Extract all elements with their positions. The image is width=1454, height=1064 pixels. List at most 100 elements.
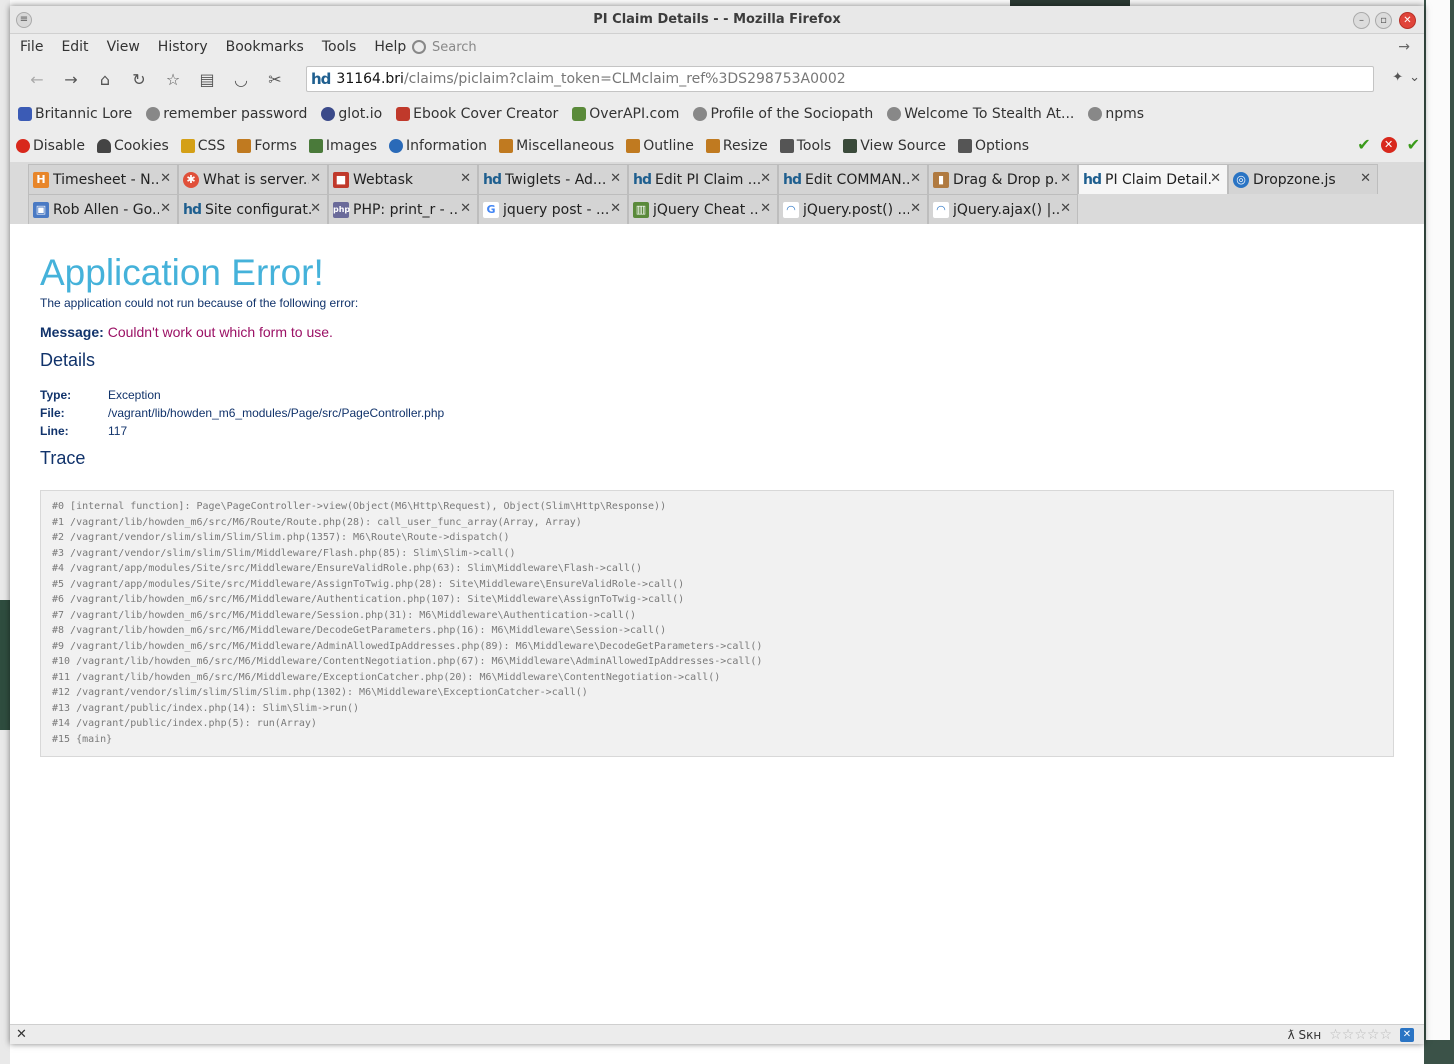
tab-close-icon[interactable]: ✕ <box>1060 201 1071 216</box>
bookmark-item[interactable]: OverAPI.com <box>572 106 679 122</box>
pocket-icon[interactable]: ◡ <box>224 65 258 93</box>
dev-information-button[interactable]: Information <box>389 138 487 154</box>
tab-twiglets[interactable]: hd Twiglets - Ad... ✕ <box>478 164 628 194</box>
dev-miscellaneous-button[interactable]: Miscellaneous <box>499 138 614 154</box>
php-favicon-icon: php <box>333 201 350 218</box>
page-content: Application Error! The application could… <box>10 224 1424 1024</box>
dev-cookies-button[interactable]: Cookies <box>96 138 169 154</box>
bookmark-star-icon[interactable]: ☆ <box>156 65 190 93</box>
tab-close-icon[interactable]: ✕ <box>310 171 321 186</box>
hd-favicon-icon: hd <box>1083 171 1102 188</box>
tab-row-2: ▣ Rob Allen - Go... ✕ hd Site configurat...… <box>28 194 1424 224</box>
error-intro: The application could not run because of… <box>40 296 359 310</box>
tab-php-print-r[interactable]: php PHP: print_r - ... ✕ <box>328 194 478 224</box>
addon-blue-icon[interactable]: ✕ <box>1400 1028 1414 1042</box>
maximize-button[interactable]: ▫ <box>1375 12 1392 29</box>
tab-close-icon[interactable]: ✕ <box>1060 171 1071 186</box>
tab-row-1: H Timesheet - N... ✕ ✱ What is server... ✕ ■… <box>28 164 1424 194</box>
tab-close-icon[interactable]: ✕ <box>760 171 771 186</box>
tab-rob-allen[interactable]: ▣ Rob Allen - Go... ✕ <box>28 194 178 224</box>
menu-bookmarks[interactable]: Bookmarks <box>226 39 304 55</box>
status-bar: ✕ ƛ Ѕкн ☆☆☆☆☆ ✕ <box>10 1024 1424 1044</box>
trace-line: #15 {main} <box>52 733 113 745</box>
close-addon-bar-icon[interactable]: ✕ <box>16 1027 27 1042</box>
title-bar: ≡ PI Claim Details - - Mozilla Firefox –… <box>10 6 1424 34</box>
js-error-icon[interactable]: ✕ <box>1380 137 1397 153</box>
bookmark-item[interactable]: Britannic Lore <box>18 106 132 122</box>
dev-tools-button[interactable]: Tools <box>779 138 831 154</box>
menu-file[interactable]: File <box>20 39 43 55</box>
dev-forms-button[interactable]: Forms <box>237 138 297 154</box>
dev-css-button[interactable]: CSS <box>180 138 225 154</box>
tab-close-icon[interactable]: ✕ <box>310 201 321 216</box>
tab-close-icon[interactable]: ✕ <box>910 171 921 186</box>
bookmark-item[interactable]: Ebook Cover Creator <box>396 106 558 122</box>
tab-jquery-ajax-docs[interactable]: ◠ jQuery.ajax() |... ✕ <box>928 194 1078 224</box>
rating-stars-icon[interactable]: ☆☆☆☆☆ <box>1329 1027 1392 1043</box>
hd-favicon-icon: hd <box>783 171 802 188</box>
minimize-button[interactable]: – <box>1353 12 1370 29</box>
tab-jquery-post-google[interactable]: Gjquery post - ... ✕ <box>478 194 628 224</box>
cut-icon[interactable]: ✂ <box>258 65 292 93</box>
home-icon[interactable]: ⌂ <box>88 65 122 93</box>
dev-images-button[interactable]: Images <box>308 138 377 154</box>
css-valid-check-icon[interactable]: ✔ <box>1357 137 1370 153</box>
menu-tools[interactable]: Tools <box>322 39 357 55</box>
url-path: /claims/piclaim?claim_token=CLMclaim_ref… <box>403 71 846 87</box>
dev-view-source-button[interactable]: View Source <box>843 138 946 154</box>
tab-close-icon[interactable]: ✕ <box>160 171 171 186</box>
tab-close-icon[interactable]: ✕ <box>610 201 621 216</box>
tab-close-icon[interactable]: ✕ <box>460 171 471 186</box>
forward-icon[interactable]: → <box>54 65 88 93</box>
menu-history[interactable]: History <box>158 39 208 55</box>
tab-webtask[interactable]: ■ Webtask ✕ <box>328 164 478 194</box>
reading-list-icon[interactable]: ▤ <box>190 65 224 93</box>
tab-close-icon[interactable]: ✕ <box>910 201 921 216</box>
dev-options-button[interactable]: Options <box>958 138 1029 154</box>
tab-close-icon[interactable]: ✕ <box>1360 171 1371 186</box>
bookmark-item[interactable]: Profile of the Sociopath <box>693 106 873 122</box>
menu-edit[interactable]: Edit <box>61 39 88 55</box>
bookmark-item[interactable]: Welcome To Stealth At... <box>887 106 1074 122</box>
html-valid-check-icon[interactable]: ✔ <box>1407 137 1420 153</box>
overflow-chevron-icon[interactable]: ⌄ <box>1409 70 1420 85</box>
desktop-background-right <box>1424 0 1454 1064</box>
tab-close-icon[interactable]: ✕ <box>460 201 471 216</box>
menu-view[interactable]: View <box>107 39 140 55</box>
menu-help[interactable]: Help <box>374 39 406 55</box>
tab-what-is-server[interactable]: ✱ What is server... ✕ <box>178 164 328 194</box>
tab-timesheet[interactable]: H Timesheet - N... ✕ <box>28 164 178 194</box>
tab-jquery-post-docs[interactable]: ◠ jQuery.post() ... ✕ <box>778 194 928 224</box>
tab-close-icon[interactable]: ✕ <box>160 201 171 216</box>
bookmark-item[interactable]: glot.io <box>321 106 382 122</box>
dev-resize-button[interactable]: Resize <box>705 138 768 154</box>
search-go-icon[interactable]: → <box>1398 39 1410 55</box>
tab-edit-pi-claim[interactable]: hd Edit PI Claim ... ✕ <box>628 164 778 194</box>
tab-edit-command[interactable]: hd Edit COMMAN... ✕ <box>778 164 928 194</box>
back-icon[interactable]: ← <box>20 65 54 93</box>
tab-pi-claim-details[interactable]: hd PI Claim Detail... ✕ <box>1078 164 1228 194</box>
extension-icon[interactable]: ✦ <box>1392 70 1403 85</box>
tab-site-configuration[interactable]: hd Site configurat... ✕ <box>178 194 328 224</box>
tab-close-icon[interactable]: ✕ <box>610 171 621 186</box>
tab-close-icon[interactable]: ✕ <box>760 201 771 216</box>
tab-close-icon[interactable]: ✕ <box>1210 171 1221 186</box>
trace-line: #12 /vagrant/vendor/slim/slim/Slim/Slim.… <box>52 687 588 698</box>
dev-disable-button[interactable]: Disable <box>16 138 85 154</box>
url-bar[interactable]: hd 31164.bri/claims/piclaim?claim_token=… <box>306 66 1374 92</box>
globe-icon <box>693 107 708 121</box>
addon-text[interactable]: ƛ Ѕкн <box>1288 1028 1322 1042</box>
trace-line: #1 /vagrant/lib/howden_m6/src/M6/Route/R… <box>52 516 582 528</box>
browser-window: ≡ PI Claim Details - - Mozilla Firefox –… <box>10 6 1424 1044</box>
bookmark-item[interactable]: remember password <box>146 106 307 122</box>
search-input[interactable]: Search → <box>412 36 1412 58</box>
bookmark-item[interactable]: npms <box>1088 106 1144 122</box>
close-window-button[interactable]: ✕ <box>1399 12 1416 29</box>
bookmark-favicon-icon <box>572 107 587 121</box>
tab-dropzone[interactable]: ◎ Dropzone.js ✕ <box>1228 164 1378 194</box>
reload-icon[interactable]: ↻ <box>122 65 156 93</box>
jquery-favicon-icon: ◠ <box>933 201 949 218</box>
tab-drag-drop[interactable]: ▮ Drag & Drop p... ✕ <box>928 164 1078 194</box>
dev-outline-button[interactable]: Outline <box>626 138 694 154</box>
tab-jquery-cheat[interactable]: ▥ jQuery Cheat ... ✕ <box>628 194 778 224</box>
